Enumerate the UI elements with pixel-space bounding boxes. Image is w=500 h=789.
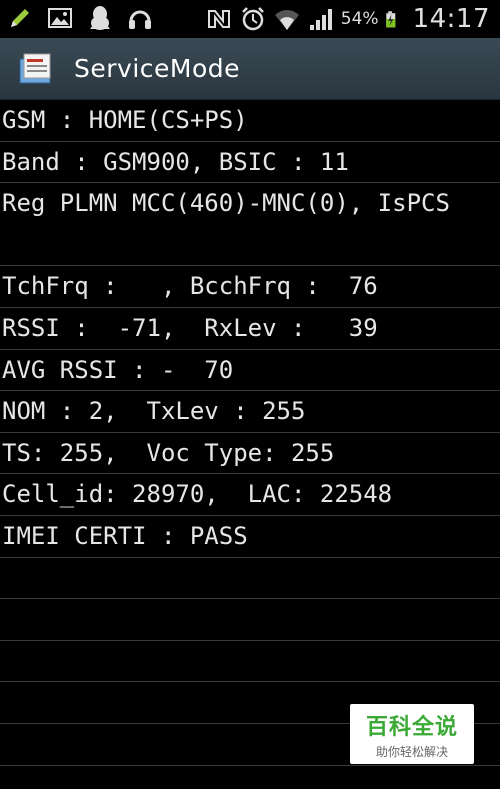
list-item	[0, 558, 500, 600]
list-item: Cell_id: 28970, LAC: 22548	[0, 474, 500, 516]
qq-penguin-icon	[90, 6, 110, 30]
list-item	[0, 641, 500, 683]
list-item: AVG RSSI : - 70	[0, 350, 500, 392]
pencil-icon	[11, 9, 29, 27]
list-item: TchFrq : , BcchFrq : 76	[0, 266, 500, 308]
page-title: ServiceMode	[74, 54, 241, 83]
notification-icons	[6, 4, 154, 32]
headset-icon	[129, 10, 151, 29]
wifi-icon	[274, 10, 299, 30]
watermark-badge: 百科全说 助你轻松解决	[350, 704, 474, 764]
list-item	[0, 599, 500, 641]
watermark-subtitle: 助你轻松解决	[375, 744, 448, 759]
list-item: GSM : HOME(CS+PS)	[0, 100, 500, 142]
list-item: IMEI CERTI : PASS	[0, 516, 500, 558]
action-bar: ServiceMode	[0, 38, 500, 100]
list-item: Reg PLMN MCC(460)-MNC(0), IsPCS	[0, 183, 500, 267]
alarm-icon	[241, 7, 264, 31]
clock: 14:17	[412, 4, 490, 34]
battery-percent: 54%	[340, 9, 379, 29]
service-info-list: GSM : HOME(CS+PS) Band : GSM900, BSIC : …	[0, 100, 500, 766]
list-item: NOM : 2, TxLev : 255	[0, 391, 500, 433]
list-item: Band : GSM900, BSIC : 11	[0, 142, 500, 184]
watermark-title: 百科全说	[365, 714, 458, 740]
status-bar: 54% 14:17	[0, 0, 500, 38]
battery-charging-icon	[385, 11, 395, 28]
image-icon	[48, 8, 72, 28]
list-item: TS: 255, Voc Type: 255	[0, 433, 500, 475]
system-icons: 54% 14:17	[205, 0, 490, 38]
nfc-icon	[207, 10, 230, 28]
app-icon[interactable]	[16, 49, 56, 89]
list-item: RSSI : -71, RxLev : 39	[0, 308, 500, 350]
signal-icon	[309, 9, 332, 30]
